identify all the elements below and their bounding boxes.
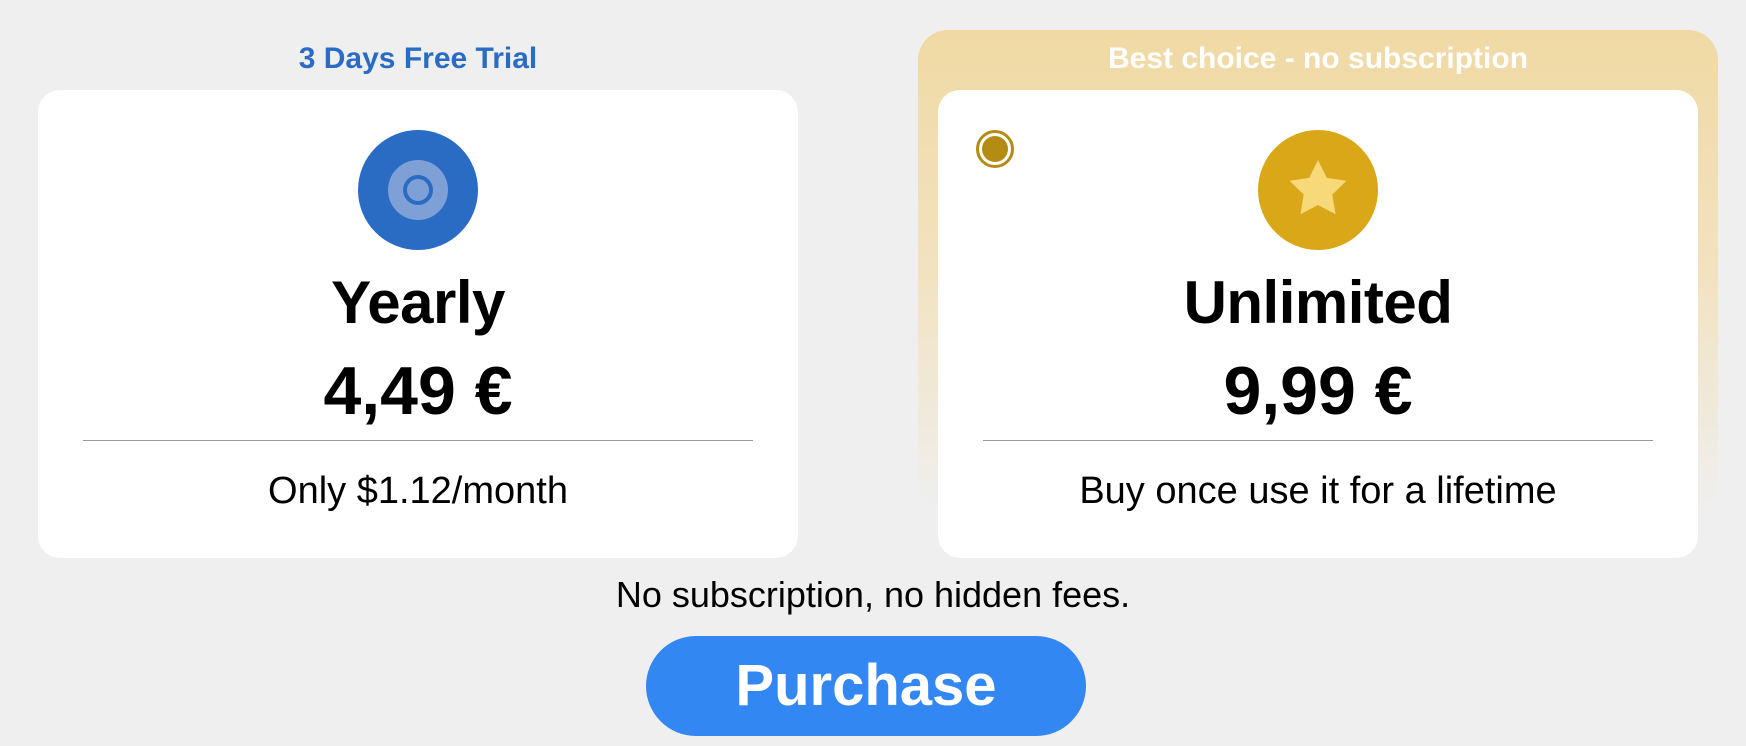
divider xyxy=(83,440,753,441)
selected-radio-button[interactable] xyxy=(976,130,1014,168)
plan-description: Buy once use it for a lifetime xyxy=(1079,470,1557,512)
plan-description: Only $1.12/month xyxy=(268,470,568,512)
plan-title: Yearly xyxy=(331,269,505,336)
plan-title: Unlimited xyxy=(1183,269,1453,336)
divider xyxy=(983,440,1653,441)
radio-selected-dot xyxy=(982,136,1008,162)
star-icon xyxy=(1258,130,1378,250)
plan-price: 9,99 € xyxy=(1223,353,1413,429)
plan-card-yearly[interactable]: Yearly 4,49 € Only $1.12/month xyxy=(38,90,798,558)
no-subscription-note: No subscription, no hidden fees. xyxy=(615,574,1131,615)
target-icon xyxy=(358,130,478,250)
best-choice-label: Best choice - no subscription xyxy=(1107,42,1529,75)
purchase-button[interactable]: Purchase xyxy=(646,636,1086,736)
plan-price: 4,49 € xyxy=(323,353,513,429)
plan-card-unlimited[interactable]: Unlimited 9,99 € Buy once use it for a l… xyxy=(938,90,1698,558)
trial-badge: 3 Days Free Trial xyxy=(298,42,538,75)
